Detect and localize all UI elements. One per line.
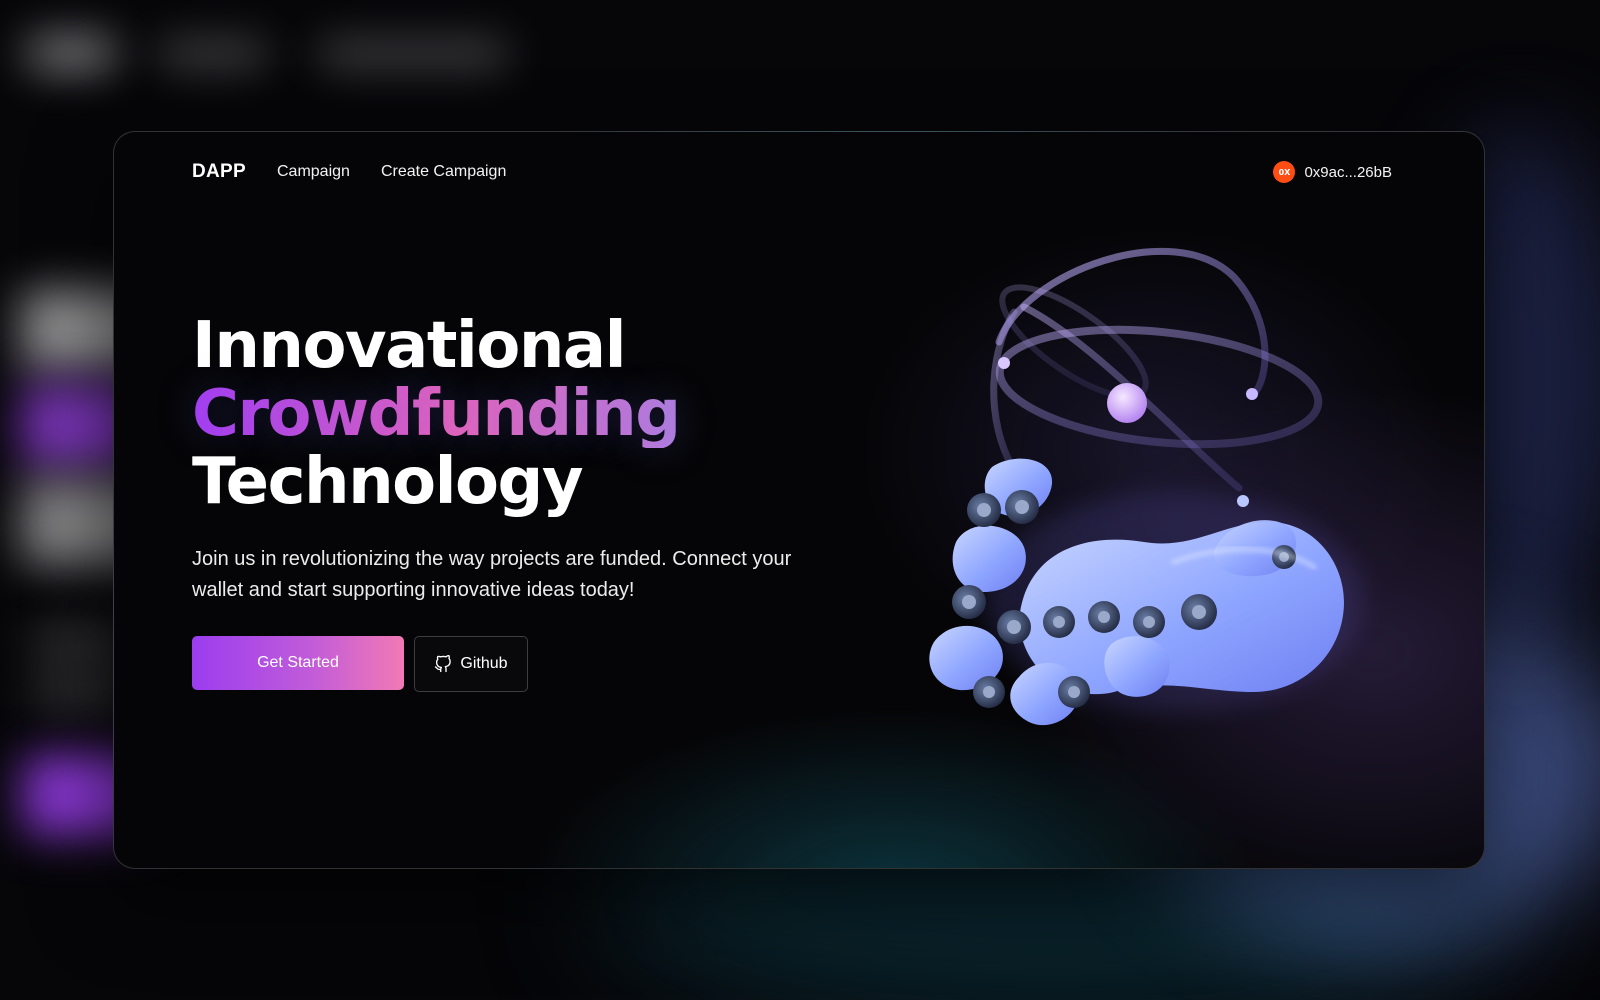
hero-section: Innovational Crowdfunding Technology Joi…: [192, 312, 852, 692]
orbit-endpoint-dot: [1246, 388, 1258, 400]
app-window: DAPP Campaign Create Campaign 0X 0x9ac..…: [113, 131, 1485, 869]
background-blur-shape: [158, 44, 268, 64]
wallet-address: 0x9ac...26bB: [1304, 163, 1392, 181]
github-label: Github: [460, 655, 508, 672]
robot-hand-illustration: [929, 247, 1364, 726]
hero-title-line-3: Technology: [192, 445, 584, 519]
wallet-button[interactable]: 0X 0x9ac...26bB: [1273, 161, 1392, 183]
brand-logo[interactable]: DAPP: [192, 161, 246, 183]
top-navbar: DAPP Campaign Create Campaign 0X 0x9ac..…: [192, 154, 1392, 190]
orbit-endpoint-dot: [1237, 495, 1249, 507]
hero-title: Innovational Crowdfunding Technology: [192, 312, 852, 516]
hero-subtitle: Join us in revolutionizing the way proje…: [192, 548, 792, 601]
get-started-button[interactable]: Get Started: [192, 636, 404, 690]
atom-orbits: [990, 247, 1323, 492]
hero-title-line-2: Crowdfunding: [192, 380, 852, 448]
background-blur-shape: [28, 38, 114, 68]
get-started-label: Get Started: [257, 654, 339, 671]
background-blur-shape: [318, 44, 508, 64]
nav-link-create-campaign[interactable]: Create Campaign: [381, 163, 506, 181]
hero-title-line-1: Innovational: [192, 309, 627, 383]
hero-actions: Get Started Github: [192, 636, 852, 692]
wallet-avatar-icon: 0X: [1273, 161, 1296, 183]
github-button[interactable]: Github: [414, 636, 528, 692]
orbit-endpoint-dot: [998, 357, 1010, 369]
atom-core-sphere: [1107, 383, 1147, 423]
nav-link-campaign[interactable]: Campaign: [277, 163, 350, 181]
github-icon: [435, 655, 452, 673]
